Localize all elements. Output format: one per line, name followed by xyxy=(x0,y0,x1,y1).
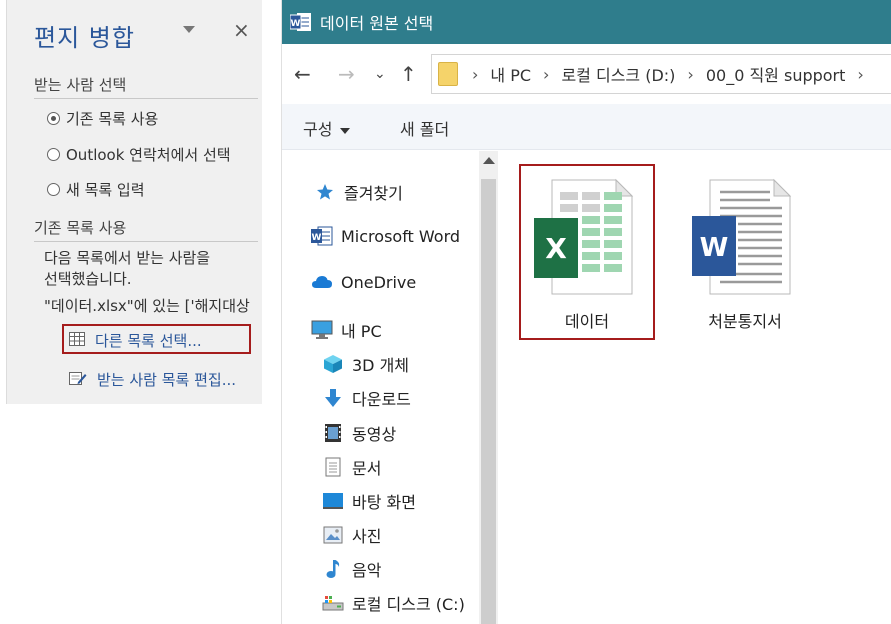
organize-label: 구성 xyxy=(303,120,333,139)
chevron-right-icon[interactable]: › xyxy=(543,65,549,84)
radio-label: 기존 목록 사용 xyxy=(66,110,159,128)
nav-item-favorites[interactable]: 즐겨찾기 xyxy=(314,180,403,204)
close-icon[interactable]: × xyxy=(233,18,250,42)
command-bar xyxy=(282,104,891,150)
section-select-recipients: 받는 사람 선택 xyxy=(34,74,258,99)
nav-label: Microsoft Word xyxy=(341,226,461,246)
nav-label: 문서 xyxy=(352,459,382,478)
radio-type-new-list[interactable]: 새 목록 입력 xyxy=(47,179,145,200)
link-label: 받는 사람 목록 편집... xyxy=(97,371,237,389)
radio-icon[interactable] xyxy=(47,148,60,161)
nav-label: 내 PC xyxy=(341,322,382,341)
word-icon: W xyxy=(311,226,333,246)
nav-label: OneDrive xyxy=(341,272,417,292)
forward-arrow-icon[interactable]: → xyxy=(338,62,355,86)
nav-label: 음악 xyxy=(352,561,382,580)
caret-down-icon xyxy=(340,127,351,134)
nav-item-microsoft-word[interactable]: W Microsoft Word xyxy=(311,226,460,246)
nav-item-3d-objects[interactable]: 3D 개체 xyxy=(322,352,409,376)
nav-scrollbar[interactable] xyxy=(479,151,498,624)
up-arrow-icon[interactable]: ↑ xyxy=(400,62,417,86)
file-item-word[interactable]: W 처분통지서 xyxy=(690,178,800,332)
description-line: "데이터.xlsx"에 있는 ['해지대상 xyxy=(44,297,250,315)
drive-icon xyxy=(322,593,344,613)
word-file-icon: W xyxy=(690,178,800,300)
nav-item-music[interactable]: 음악 xyxy=(322,557,381,581)
music-icon xyxy=(322,559,344,579)
svg-text:W: W xyxy=(291,19,301,29)
radio-label: Outlook 연락처에서 선택 xyxy=(66,146,231,164)
mail-merge-pane: 편지 병합 × 받는 사람 선택 기존 목록 사용 Outlook 연락처에서 … xyxy=(6,0,262,404)
edit-list-icon xyxy=(69,370,87,390)
svg-text:W: W xyxy=(700,233,729,263)
nav-item-videos[interactable]: 동영상 xyxy=(322,421,396,445)
dialog-title-bar: W 데이터 원본 선택 xyxy=(282,0,891,44)
file-label: 데이터 xyxy=(564,312,610,331)
radio-selected-icon[interactable] xyxy=(47,112,60,125)
screenshot-root: 편지 병합 × 받는 사람 선택 기존 목록 사용 Outlook 연락처에서 … xyxy=(0,0,891,624)
download-icon xyxy=(322,388,344,408)
radio-use-existing-list[interactable]: 기존 목록 사용 xyxy=(47,108,158,129)
address-bar[interactable]: › 내 PC › 로컬 디스크 (D:) › 00_0 직원 support › xyxy=(431,54,891,94)
nav-item-pictures[interactable]: 사진 xyxy=(322,523,381,547)
svg-text:X: X xyxy=(545,232,567,265)
nav-label: 로컬 디스크 (C:) xyxy=(352,595,465,614)
dialog-title: 데이터 원본 선택 xyxy=(320,14,434,33)
radio-outlook-contacts[interactable]: Outlook 연락처에서 선택 xyxy=(47,144,231,165)
chevron-right-icon[interactable]: › xyxy=(857,65,863,84)
nav-item-documents[interactable]: 문서 xyxy=(322,455,381,479)
nav-label: 동영상 xyxy=(352,425,397,444)
nav-label: 바탕 화면 xyxy=(352,493,416,512)
description-line: 다음 목록에서 받는 사람을 xyxy=(44,249,211,267)
pc-icon xyxy=(311,320,333,340)
nav-label: 사진 xyxy=(352,527,382,546)
breadcrumb-item[interactable]: 로컬 디스크 (D:) xyxy=(561,62,675,86)
nav-label: 다운로드 xyxy=(352,390,411,409)
file-item-excel[interactable]: X 데이터 xyxy=(532,178,642,332)
breadcrumb-item[interactable]: 00_0 직원 support xyxy=(706,62,846,86)
chevron-right-icon[interactable]: › xyxy=(687,65,693,84)
scroll-thumb[interactable] xyxy=(481,179,496,624)
nav-label: 즐겨찾기 xyxy=(344,184,403,203)
back-arrow-icon[interactable]: ← xyxy=(294,62,311,86)
nav-item-this-pc[interactable]: 내 PC xyxy=(311,318,382,342)
nav-item-desktop[interactable]: 바탕 화면 xyxy=(322,489,416,513)
radio-icon[interactable] xyxy=(47,183,60,196)
file-label: 처분통지서 xyxy=(708,312,782,331)
desktop-icon xyxy=(322,491,344,511)
cube-icon xyxy=(322,354,344,374)
organize-button[interactable]: 구성 xyxy=(303,116,351,140)
pane-title: 편지 병합 xyxy=(34,24,135,52)
radio-label: 새 목록 입력 xyxy=(66,181,145,199)
chevron-right-icon[interactable]: › xyxy=(472,65,478,84)
nav-label: 3D 개체 xyxy=(352,356,410,375)
video-icon xyxy=(322,423,344,443)
new-folder-button[interactable]: 새 폴더 xyxy=(400,116,449,140)
star-icon xyxy=(314,182,336,202)
select-data-source-dialog: W 데이터 원본 선택 ← → ⌄ ↑ › 내 PC › 로컬 디스크 (D:)… xyxy=(281,0,891,624)
cloud-icon xyxy=(311,272,333,292)
word-app-icon: W xyxy=(289,12,312,32)
edit-recipient-list-link[interactable]: 받는 사람 목록 편집... xyxy=(69,369,236,390)
excel-file-icon: X xyxy=(532,178,642,300)
breadcrumb-item[interactable]: 내 PC xyxy=(490,62,531,86)
svg-text:W: W xyxy=(312,233,322,243)
section-use-existing-list: 기존 목록 사용 xyxy=(34,217,258,242)
picture-icon xyxy=(322,525,344,545)
nav-item-downloads[interactable]: 다운로드 xyxy=(322,386,411,410)
nav-item-local-disk-c[interactable]: 로컬 디스크 (C:) xyxy=(322,591,465,615)
recent-chevron-down-icon[interactable]: ⌄ xyxy=(374,66,386,82)
nav-item-onedrive[interactable]: OneDrive xyxy=(311,272,416,292)
document-icon xyxy=(322,457,344,477)
pane-options-dropdown[interactable] xyxy=(183,26,195,33)
folder-icon xyxy=(438,62,458,86)
highlight-box xyxy=(62,324,251,354)
scroll-up-icon[interactable] xyxy=(483,157,495,164)
description-line: 선택했습니다. xyxy=(44,270,132,288)
